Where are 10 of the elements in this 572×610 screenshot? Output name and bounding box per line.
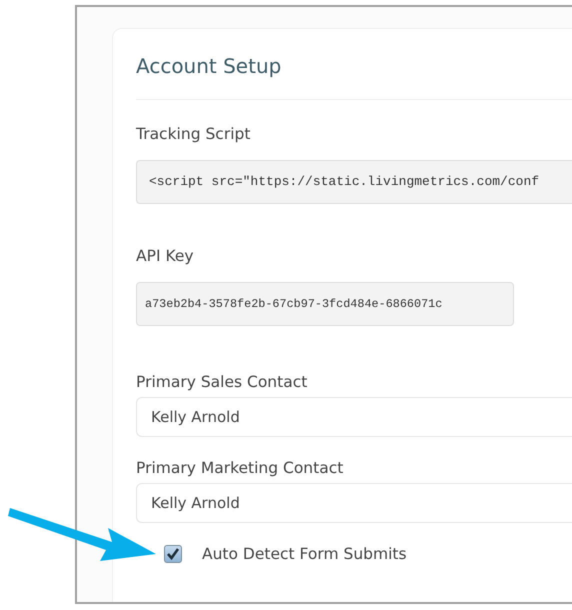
checkbox-label: Auto Detect Form Submits [202,545,407,563]
dropdown-field[interactable]: Kelly Arnold [136,483,572,523]
field-label: Primary Marketing Contact [136,458,344,479]
field-label: Tracking Script [136,124,252,145]
field-label: Primary Sales Contact [136,372,308,393]
card-title: Account Setup [136,53,282,80]
field-label: API Key [136,246,195,267]
code-field[interactable]: a73eb2b4-3578fe2b-67cb97-3fcd484e-6866071c [136,282,514,326]
dropdown-field[interactable]: Kelly Arnold [136,397,572,437]
code-field[interactable]: <script src="https://static.livingmetrics.com/conf [136,160,572,204]
